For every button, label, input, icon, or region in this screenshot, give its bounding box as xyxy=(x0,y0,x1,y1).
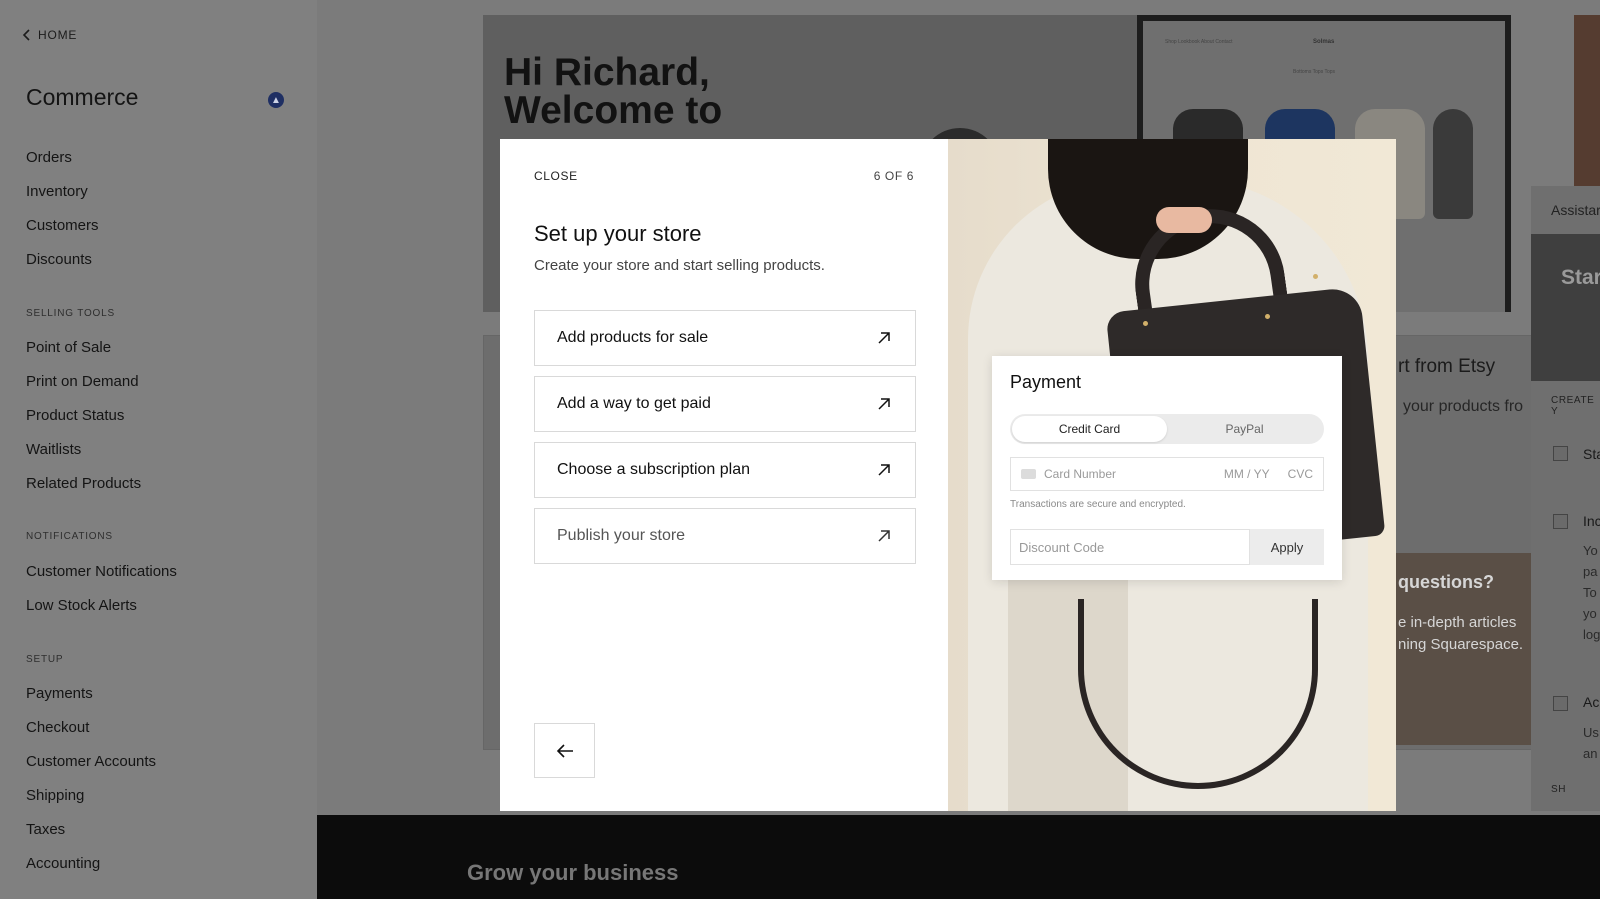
sidebar-item-payments[interactable]: Payments xyxy=(26,685,93,702)
modal-content-panel: CLOSE 6 OF 6 Set up your store Create yo… xyxy=(500,139,948,811)
sidebar-item-low-stock-alerts[interactable]: Low Stock Alerts xyxy=(26,597,137,614)
assistant-title: Assistar xyxy=(1551,202,1600,218)
section-header-selling-tools: SELLING TOOLS xyxy=(26,308,115,319)
assistant-checkbox[interactable] xyxy=(1553,446,1568,461)
section-header-notifications: NOTIFICATIONS xyxy=(26,531,113,542)
step-label: Add products for sale xyxy=(557,329,709,346)
section-header-setup: SETUP xyxy=(26,654,64,665)
sidebar-item-inventory[interactable]: Inventory xyxy=(26,183,88,200)
hero-greeting-line2: Welcome to xyxy=(504,89,723,132)
assistant-desc-line: To xyxy=(1583,585,1597,600)
chevron-left-icon xyxy=(22,29,30,41)
sidebar-item-customer-accounts[interactable]: Customer Accounts xyxy=(26,753,156,770)
assistant-desc-line: Yo xyxy=(1583,543,1598,558)
etsy-import-title: rt from Etsy xyxy=(1398,356,1496,377)
credit-card-option[interactable]: Credit Card xyxy=(1012,416,1167,442)
step-publish-store-button[interactable]: Publish your store xyxy=(534,508,916,564)
sidebar-item-customer-notifications[interactable]: Customer Notifications xyxy=(26,563,177,580)
step-get-paid-button[interactable]: Add a way to get paid xyxy=(534,376,916,432)
assistant-desc-line: yo xyxy=(1583,606,1597,621)
assistant-item-desc: Us an xyxy=(1583,722,1599,764)
sidebar-item-point-of-sale[interactable]: Point of Sale xyxy=(26,339,111,356)
assistant-banner-text: Star xyxy=(1561,266,1600,289)
hero-greeting: Hi Richard, Welcome to xyxy=(504,51,723,132)
grow-business-title: Grow your business xyxy=(467,860,679,885)
sidebar-item-discounts[interactable]: Discounts xyxy=(26,251,92,268)
modal-photo-panel: Payment Credit Card PayPal Card Number M… xyxy=(948,139,1396,811)
payment-card: Payment Credit Card PayPal Card Number M… xyxy=(992,356,1342,580)
assistant-item-desc: Yo pa To yo log xyxy=(1583,540,1600,645)
photo-rivet xyxy=(1143,321,1148,326)
sidebar-item-taxes[interactable]: Taxes xyxy=(26,821,65,838)
step-label: Publish your store xyxy=(557,527,686,544)
photo-rivet xyxy=(1265,314,1270,319)
step-add-products-button[interactable]: Add products for sale xyxy=(534,310,916,366)
secure-note: Transactions are secure and encrypted. xyxy=(1010,499,1186,510)
step-subscription-plan-button[interactable]: Choose a subscription plan xyxy=(534,442,916,498)
step-counter: 6 OF 6 xyxy=(873,169,914,183)
home-link[interactable]: HOME xyxy=(22,28,77,42)
arrow-up-right-icon xyxy=(878,530,890,542)
back-button[interactable] xyxy=(534,723,595,778)
sidebar-item-checkout[interactable]: Checkout xyxy=(26,719,89,736)
assistant-banner xyxy=(1531,234,1600,381)
assistant-show-link[interactable]: SH xyxy=(1551,784,1566,795)
etsy-import-text: your products fro xyxy=(1403,398,1524,415)
sidebar-item-customers[interactable]: Customers xyxy=(26,217,99,234)
assistant-checkbox[interactable] xyxy=(1553,696,1568,711)
apply-button[interactable]: Apply xyxy=(1250,529,1324,565)
sidebar-item-accounting[interactable]: Accounting xyxy=(26,855,100,872)
help-card-line1: e in-depth articles xyxy=(1398,614,1517,631)
sidebar-title: Commerce xyxy=(26,84,139,110)
help-card-line2: ning Squarespace. xyxy=(1398,636,1524,653)
sidebar-item-orders[interactable]: Orders xyxy=(26,149,72,166)
step-label: Choose a subscription plan xyxy=(557,461,751,478)
assistant-desc-line: an xyxy=(1583,746,1598,761)
setup-store-modal: CLOSE 6 OF 6 Set up your store Create yo… xyxy=(500,139,1396,811)
sidebar: HOME Commerce ▲ Orders Inventory Custome… xyxy=(0,0,317,899)
help-card-title: questions? xyxy=(1398,572,1495,592)
assistant-desc-line: pa xyxy=(1583,564,1598,579)
photo-hand xyxy=(1156,207,1212,233)
assistant-item-label: Ac xyxy=(1583,694,1600,710)
grow-business-section xyxy=(317,815,1600,899)
assistant-desc-line: log xyxy=(1583,627,1600,642)
assistant-checkbox[interactable] xyxy=(1553,514,1568,529)
arrow-up-right-icon xyxy=(878,332,890,344)
card-number-placeholder: Card Number xyxy=(1044,467,1117,481)
payment-method-toggle: Credit Card PayPal xyxy=(1010,414,1324,444)
step-label: Add a way to get paid xyxy=(557,395,711,412)
assistant-desc-line: Us xyxy=(1583,725,1599,740)
notification-badge-icon[interactable]: ▲ xyxy=(268,92,284,108)
expiry-placeholder: MM / YY xyxy=(1223,467,1270,481)
credit-card-icon xyxy=(1021,469,1036,479)
laptop-subnav: Bottoms Tops Tops xyxy=(1293,69,1336,75)
hero-greeting-line1: Hi Richard, xyxy=(504,51,710,94)
laptop-nav: Shop Lookbook About Contact xyxy=(1165,39,1233,45)
garment-image xyxy=(1433,109,1473,219)
close-button[interactable]: CLOSE xyxy=(534,169,578,183)
discount-code-field[interactable]: Discount Code xyxy=(1010,529,1250,565)
home-label: HOME xyxy=(38,28,78,42)
sidebar-item-waitlists[interactable]: Waitlists xyxy=(26,441,81,458)
sidebar-item-print-on-demand[interactable]: Print on Demand xyxy=(26,373,139,390)
arrow-up-right-icon xyxy=(878,464,890,476)
payment-title: Payment xyxy=(1010,372,1082,392)
assistant-create-label: CREATE Y xyxy=(1551,395,1595,417)
arrow-up-right-icon xyxy=(878,398,890,410)
sidebar-item-related-products[interactable]: Related Products xyxy=(26,475,141,492)
assistant-item-label: Sta xyxy=(1583,446,1600,462)
sidebar-item-product-status[interactable]: Product Status xyxy=(26,407,124,424)
paypal-option[interactable]: PayPal xyxy=(1167,416,1322,442)
arrow-left-icon xyxy=(556,743,573,758)
laptop-brand: Solmas xyxy=(1313,39,1335,45)
modal-subtitle: Create your store and start selling prod… xyxy=(534,257,825,274)
assistant-item-label: Inc xyxy=(1583,513,1600,529)
sidebar-item-shipping[interactable]: Shipping xyxy=(26,787,84,804)
modal-title: Set up your store xyxy=(534,221,702,246)
photo-rivet xyxy=(1313,274,1318,279)
card-number-field[interactable]: Card Number MM / YY CVC xyxy=(1010,457,1324,491)
cvc-placeholder: CVC xyxy=(1287,467,1313,481)
